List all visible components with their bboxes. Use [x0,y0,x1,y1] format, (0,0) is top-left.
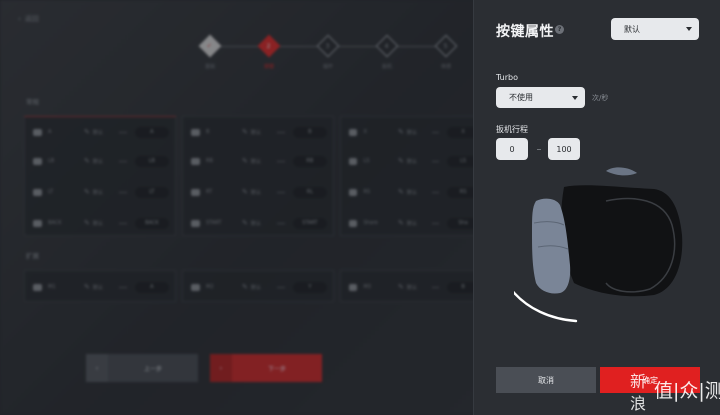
trigger-min-input[interactable]: 0 [496,138,528,160]
caret-down-icon [686,27,692,31]
turbo-unit: 次/秒 [592,94,609,102]
svg-text:值|众|测: 值|众|测 [654,380,720,402]
controller-trigger-illustration [514,167,683,323]
turbo-dropdown[interactable]: 不使用 [496,87,585,108]
cancel-button[interactable]: 取消 [496,367,596,393]
trigger-travel-label: 扳机行程 [496,125,528,134]
turbo-value: 不使用 [509,93,533,102]
preset-value: 默认 [624,24,640,34]
svg-text:新: 新 [630,372,646,391]
preset-dropdown[interactable]: 默认 [611,18,699,40]
range-dash [537,149,541,150]
watermark-graphic: 新 浪 值|众|测 [630,372,720,413]
bumper-highlight [606,167,637,176]
caret-down-icon [572,95,578,100]
help-icon[interactable]: ? [555,25,564,34]
turbo-label: Turbo [496,73,519,82]
modal-overlay[interactable] [0,0,473,415]
button-properties-panel: 按键属性 ? 默认 Turbo 不使用 次/秒 扳机行程 0 100 取消 确定 [473,0,720,415]
panel-title: 按键属性 [496,24,554,40]
svg-text:浪: 浪 [630,394,646,413]
trigger-max-input[interactable]: 100 [548,138,580,160]
controller-body [561,185,683,297]
watermark-logo: 新 浪 值|众|测 [626,367,720,415]
